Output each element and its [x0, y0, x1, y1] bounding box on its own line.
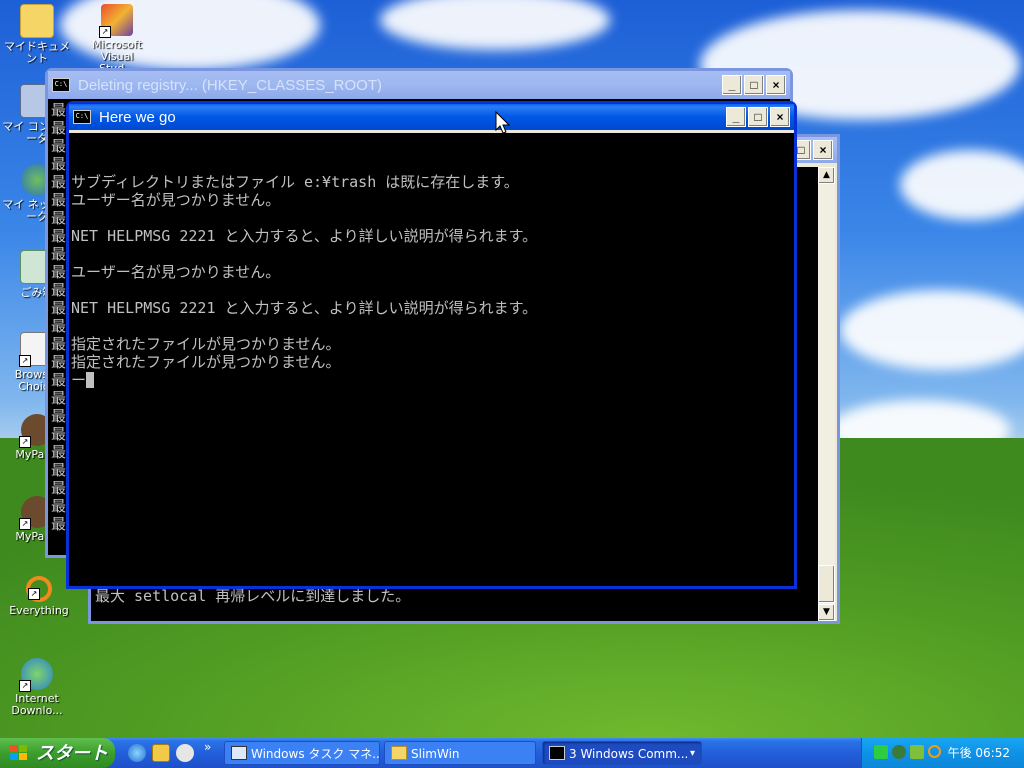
console-line: NET HELPMSG 2221 と入力すると、より詳しい説明が得られます。 [71, 299, 538, 317]
desktop-icon-internet-download[interactable]: ↗ Internet Downlo... [2, 658, 72, 717]
desktop-icon-label: マイドキュメント [4, 40, 70, 65]
media-player-icon[interactable] [176, 744, 194, 762]
desktop-icon-visual-studio[interactable]: ↗ Microsoft Visual Stud... [82, 4, 152, 75]
tray-network-icon[interactable] [892, 745, 906, 759]
scroll-up-arrow[interactable]: ▲ [818, 167, 835, 184]
maximize-button[interactable]: □ [748, 107, 768, 127]
scroll-down-arrow[interactable]: ▼ [818, 604, 835, 621]
taskbar-slimwin[interactable]: SlimWin [384, 741, 536, 765]
system-tray: 午後 06:52 [861, 738, 1024, 768]
internet-download-icon: ↗ [19, 658, 53, 692]
clock[interactable]: 午後 06:52 [948, 738, 1010, 768]
folder-icon [391, 746, 407, 760]
console-icon: C:\ [73, 110, 91, 124]
taskbar: スタート » Windows タスク マネ... SlimWin 3 Windo… [0, 738, 1024, 768]
console-line: 指定されたファイルが見つかりません。 [71, 353, 341, 371]
console-line: NET HELPMSG 2221 と入力すると、より詳しい説明が得られます。 [71, 227, 538, 245]
tray-update-icon[interactable] [910, 745, 924, 759]
group-dropdown-icon: ▾ [689, 748, 695, 759]
text-cursor [86, 372, 95, 388]
taskbar-command-prompt-group[interactable]: 3 Windows Comm... ▾ [542, 741, 702, 765]
close-button[interactable]: × [766, 75, 786, 95]
task-label: 3 Windows Comm... [569, 747, 689, 761]
console-icon: C:\ [52, 78, 70, 92]
cloud [380, 0, 610, 50]
console-line: 指定されたファイルが見つかりません。 [71, 335, 341, 353]
main-console-window[interactable]: C:\ Here we go _ □ × サブディレクトリまたはファイル e:¥… [66, 101, 797, 589]
minimize-button[interactable]: _ [726, 107, 746, 127]
registry-title-bar[interactable]: C:\ Deleting registry... (HKEY_CLASSES_R… [48, 71, 790, 99]
console-line: サブディレクトリまたはファイル e:¥trash は既に存在します。 [71, 173, 519, 191]
console-line: ユーザー名が見つかりません。 [71, 191, 281, 209]
back-scrollbar[interactable]: ▲ ▼ [818, 167, 835, 621]
desktop-icon-my-documents[interactable]: マイドキュメント [2, 4, 72, 65]
console-icon [549, 746, 565, 760]
task-manager-icon [231, 746, 247, 760]
desktop-icon-label: Internet Downlo... [11, 692, 63, 717]
internet-explorer-icon[interactable] [128, 744, 146, 762]
start-button[interactable]: スタート [0, 738, 115, 768]
everything-icon: ↗ [26, 576, 52, 602]
folder-icon [20, 4, 54, 38]
console-line: ユーザー名が見つかりません。 [71, 263, 281, 281]
console-lines: サブディレクトリまたはファイル e:¥trash は既に存在します。 ユーザー名が… [71, 173, 794, 389]
tray-status-icon[interactable] [874, 745, 888, 759]
task-label: Windows タスク マネ... [251, 747, 380, 761]
tray-search-icon[interactable] [928, 745, 941, 758]
cloud [840, 290, 1024, 370]
mouse-cursor-icon [495, 111, 511, 134]
desktop-icon-label: Everything [9, 604, 69, 617]
main-title-bar[interactable]: C:\ Here we go _ □ × [69, 104, 794, 130]
windows-flag-icon [10, 745, 28, 761]
minimize-button[interactable]: _ [722, 75, 742, 95]
maximize-button[interactable]: □ [744, 75, 764, 95]
cloud [900, 150, 1024, 220]
close-button[interactable]: × [813, 140, 833, 160]
outlook-express-icon[interactable] [152, 744, 170, 762]
main-window-title: Here we go [99, 108, 176, 126]
quick-launch-overflow[interactable]: » [204, 740, 211, 754]
console-line: ー [71, 371, 794, 389]
desktop-icon-everything[interactable]: ↗ Everything [4, 576, 74, 617]
task-label: SlimWin [411, 747, 460, 761]
back-status-line: 最大 setlocal 再帰レベルに到達しました。 [95, 587, 411, 605]
scroll-thumb[interactable] [818, 565, 835, 603]
visual-studio-icon: ↗ [99, 4, 133, 38]
start-label: スタート [36, 743, 108, 763]
main-console-output[interactable]: サブディレクトリまたはファイル e:¥trash は既に存在します。 ユーザー名が… [69, 133, 794, 586]
registry-window-title: Deleting registry... (HKEY_CLASSES_ROOT) [78, 76, 382, 94]
close-button[interactable]: × [770, 107, 790, 127]
taskbar-task-manager[interactable]: Windows タスク マネ... [224, 741, 380, 765]
